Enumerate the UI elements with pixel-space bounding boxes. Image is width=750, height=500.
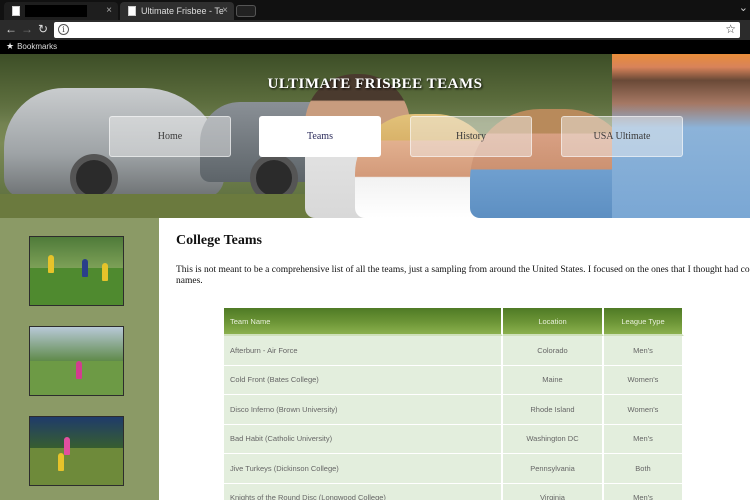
tab-ultimate-frisbee-teams[interactable]: Ultimate Frisbee - Teams × <box>120 2 234 20</box>
team-name-cell: Jive Turkeys (Dickinson College) <box>224 454 503 484</box>
column-header: Team Name <box>224 308 503 336</box>
tab-title: Ultimate Frisbee - Teams <box>141 6 223 16</box>
teams-table: Team Name Location League Type Afterburn… <box>224 308 684 500</box>
bookmarks-button[interactable]: ★ Bookmarks <box>6 41 57 52</box>
tab-blank[interactable]: × <box>4 2 118 20</box>
back-arrow-icon[interactable]: ← <box>5 22 17 36</box>
league-type-cell: Women's <box>604 395 684 425</box>
location-cell: Pennsylvania <box>503 454 604 484</box>
sidebar-photo <box>29 416 124 486</box>
bookmarks-label: Bookmarks <box>17 42 58 51</box>
team-name-cell: Knights of the Round Disc (Longwood Coll… <box>224 483 503 500</box>
table-row: Bad Habit (Catholic University) Washingt… <box>224 424 684 454</box>
table-row: Cold Front (Bates College) Maine Women's <box>224 365 684 395</box>
tab-bar: × Ultimate Frisbee - Teams × ⌄ <box>0 0 750 20</box>
address-bar[interactable]: i ☆ <box>54 22 740 38</box>
table-row: Knights of the Round Disc (Longwood Coll… <box>224 483 684 500</box>
table-header-row: Team Name Location League Type <box>224 308 684 336</box>
location-cell: Rhode Island <box>503 395 604 425</box>
document-icon <box>128 6 136 16</box>
site-title: ULTIMATE FRISBEE TEAMS <box>267 76 483 92</box>
info-icon[interactable]: i <box>58 24 69 35</box>
bookmarks-bar: ★ Bookmarks <box>0 40 750 54</box>
location-cell: Colorado <box>503 336 604 366</box>
league-type-cell: Women's <box>604 365 684 395</box>
location-cell: Virginia <box>503 483 604 500</box>
column-header: Location <box>503 308 604 336</box>
league-type-cell: Men's <box>604 483 684 500</box>
window-control-icon[interactable]: ⌄ <box>739 1 748 14</box>
close-tab-icon[interactable]: × <box>106 5 112 16</box>
sidebar-photo <box>29 326 124 396</box>
close-tab-icon[interactable]: × <box>222 5 228 16</box>
document-icon <box>12 6 20 16</box>
tab-title <box>25 5 87 17</box>
intro-paragraph: This is not meant to be a comprehensive … <box>176 265 750 286</box>
star-icon: ★ <box>6 41 15 51</box>
team-name-cell: Cold Front (Bates College) <box>224 365 503 395</box>
table-row: Jive Turkeys (Dickinson College) Pennsyl… <box>224 454 684 484</box>
table-row: Afterburn - Air Force Colorado Men's <box>224 336 684 366</box>
browser-toolbar: ← → ↻ i ☆ <box>0 20 750 40</box>
column-header: League Type <box>604 308 684 336</box>
new-tab-button[interactable] <box>236 5 256 17</box>
nav-teams[interactable]: Teams <box>259 116 381 157</box>
league-type-cell: Both <box>604 454 684 484</box>
nav-home[interactable]: Home <box>109 116 231 157</box>
league-type-cell: Men's <box>604 336 684 366</box>
team-name-cell: Disco Inferno (Brown University) <box>224 395 503 425</box>
nav-usa-ultimate[interactable]: USA Ultimate <box>561 116 683 157</box>
forward-arrow-icon[interactable]: → <box>21 22 33 36</box>
main-content: College Teams This is not meant to be a … <box>159 218 750 500</box>
table-row: Disco Inferno (Brown University) Rhode I… <box>224 395 684 425</box>
team-name-cell: Bad Habit (Catholic University) <box>224 424 503 454</box>
location-cell: Maine <box>503 365 604 395</box>
sidebar-photo <box>29 236 124 306</box>
reload-icon[interactable]: ↻ <box>38 22 48 36</box>
page-heading: College Teams <box>176 233 262 248</box>
league-type-cell: Men's <box>604 424 684 454</box>
web-page: ULTIMATE FRISBEE TEAMS Home Teams Histor… <box>0 54 750 500</box>
star-icon[interactable]: ☆ <box>725 22 736 36</box>
location-cell: Washington DC <box>503 424 604 454</box>
team-name-cell: Afterburn - Air Force <box>224 336 503 366</box>
nav-history[interactable]: History <box>410 116 532 157</box>
